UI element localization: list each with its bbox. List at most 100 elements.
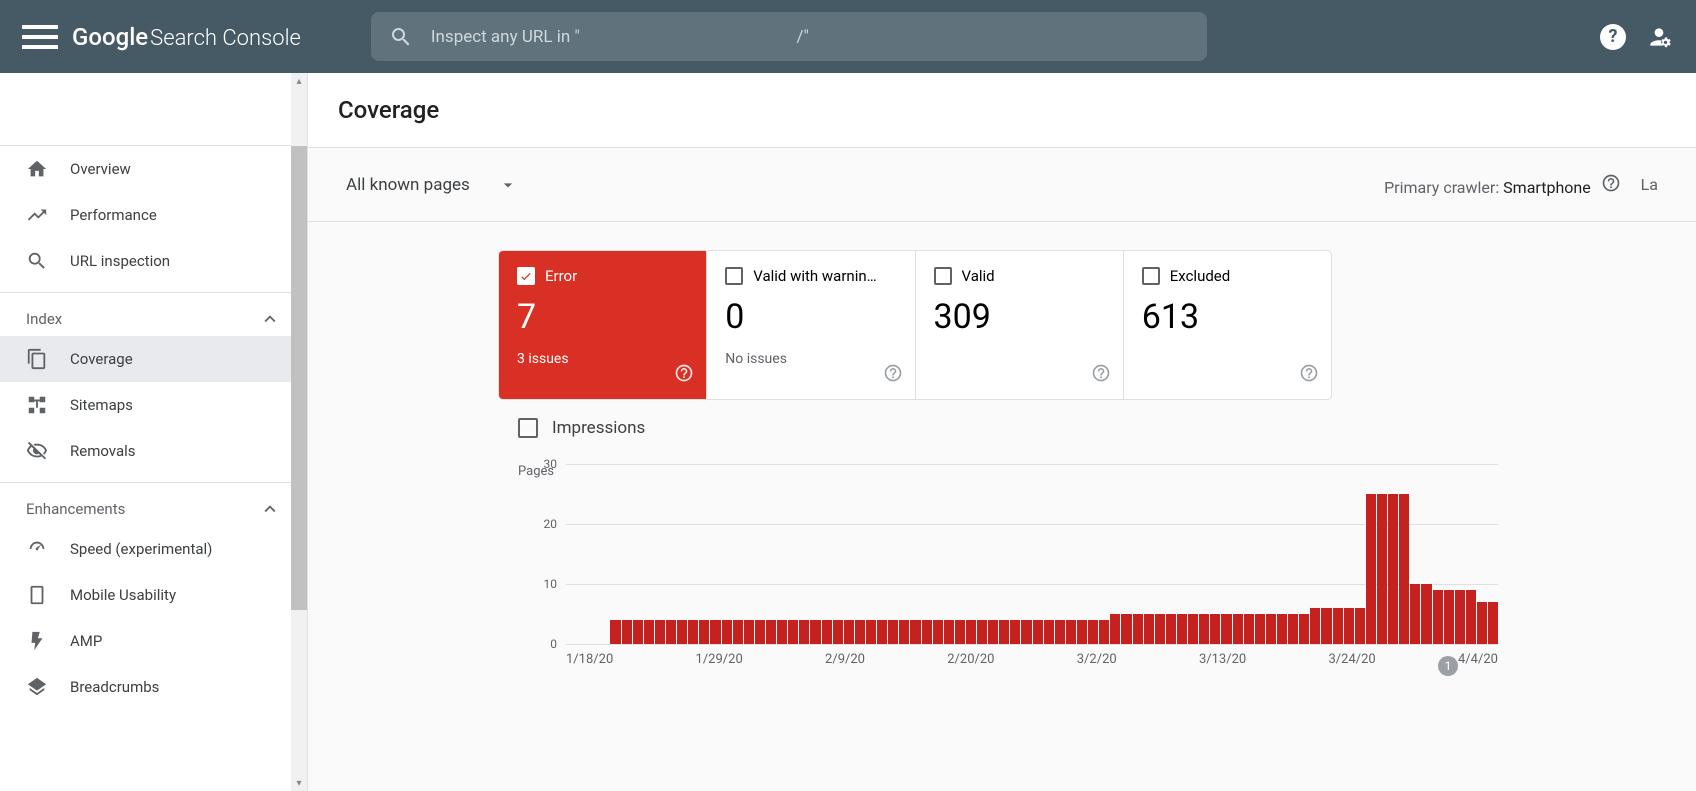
card-label: Valid <box>962 267 995 285</box>
chart-bar <box>1033 620 1043 644</box>
sidebar-item-label: Removals <box>70 442 136 460</box>
app-logo: Google Search Console <box>72 23 301 51</box>
sidebar-item-amp[interactable]: AMP <box>0 618 307 664</box>
chart-bar <box>988 620 998 644</box>
chart-bars <box>566 464 1498 644</box>
logo-google-text: Google <box>72 23 148 51</box>
chart-bar <box>1366 494 1376 644</box>
page-title: Coverage <box>338 96 439 124</box>
card-help-icon[interactable] <box>883 363 903 387</box>
chart-bar <box>899 620 909 644</box>
checkbox-icon <box>725 267 743 285</box>
chart-bar <box>1121 614 1131 644</box>
chart-bar <box>1177 614 1187 644</box>
x-tick: 1/29/20 <box>696 652 743 667</box>
chart-bar <box>1166 614 1176 644</box>
sidebar-item-performance[interactable]: Performance <box>0 192 307 238</box>
search-caret-text: /" <box>796 27 808 47</box>
scroll-down-icon[interactable]: ▾ <box>291 775 307 791</box>
trend-icon <box>26 204 48 226</box>
logo-product-text: Search Console <box>150 26 301 51</box>
main-content: Coverage All known pages Primary crawler… <box>308 73 1696 791</box>
url-search[interactable]: /" <box>371 12 1207 61</box>
sidebar-item-removals[interactable]: Removals <box>0 428 307 474</box>
chart-bar <box>666 620 676 644</box>
chart-bar <box>1110 614 1120 644</box>
chart-bar <box>610 620 620 644</box>
chart-bar <box>1244 614 1254 644</box>
sidebar-section-enhancements[interactable]: Enhancements <box>0 482 307 526</box>
sidebar-item-overview[interactable]: Overview <box>0 146 307 192</box>
chart-bar <box>844 620 854 644</box>
chart-bar <box>1310 608 1320 644</box>
chart-bar <box>755 620 765 644</box>
chart-bar <box>1299 614 1309 644</box>
sidebar-section-index[interactable]: Index <box>0 292 307 336</box>
chart-annotation-badge[interactable]: 1 <box>1438 656 1458 676</box>
scroll-up-icon[interactable]: ▴ <box>291 73 307 89</box>
sidebar-item-label: AMP <box>70 632 102 650</box>
primary-crawler: Primary crawler: Smartphone <box>1384 173 1621 197</box>
chart-bar <box>1421 584 1431 644</box>
sidebar-scrollbar-thumb[interactable] <box>291 146 307 610</box>
sidebar-item-coverage[interactable]: Coverage <box>0 336 307 382</box>
x-tick: 3/13/20 <box>1199 652 1246 667</box>
filter-dropdown[interactable]: All known pages <box>346 175 518 195</box>
chart-bar <box>1188 614 1198 644</box>
card-help-icon[interactable] <box>674 363 694 387</box>
layers-icon <box>26 676 48 698</box>
chart-bar <box>944 620 954 644</box>
chart-bar <box>1021 620 1031 644</box>
crawler-help-icon[interactable] <box>1601 173 1621 193</box>
chart-bar <box>1155 614 1165 644</box>
chart-bar <box>1277 614 1287 644</box>
url-search-input[interactable] <box>431 27 797 47</box>
visibility-off-icon <box>26 440 48 462</box>
copy-icon <box>26 348 48 370</box>
user-settings-icon[interactable] <box>1646 24 1672 50</box>
chart-bar <box>833 620 843 644</box>
sidebar-item-label: Overview <box>70 160 131 178</box>
y-tick: 20 <box>544 517 558 531</box>
chart-bar <box>799 620 809 644</box>
chart-bar <box>688 620 698 644</box>
chevron-down-icon <box>498 175 518 195</box>
chart-bar <box>910 620 920 644</box>
chart-bar <box>1444 590 1454 644</box>
chart-bar <box>1233 614 1243 644</box>
checkbox-icon[interactable] <box>518 418 538 438</box>
chart-bar <box>1321 608 1331 644</box>
sidebar-item-label: Coverage <box>70 350 133 368</box>
card-error[interactable]: Error 7 3 issues <box>499 251 706 399</box>
sidebar-item-breadcrumbs[interactable]: Breadcrumbs <box>0 664 307 710</box>
top-bar: Google Search Console /" ? <box>0 0 1696 73</box>
chart-bar <box>633 620 643 644</box>
card-help-icon[interactable] <box>1299 363 1319 387</box>
last-updated: La <box>1641 175 1658 194</box>
speed-icon <box>26 538 48 560</box>
chart-bar <box>744 620 754 644</box>
checkbox-icon <box>934 267 952 285</box>
sidebar-item-label: Speed (experimental) <box>70 540 212 558</box>
bolt-icon <box>26 630 48 652</box>
y-tick: 0 <box>550 637 557 651</box>
chart-bar <box>1221 614 1231 644</box>
impressions-toggle[interactable]: Impressions <box>498 418 1696 438</box>
sidebar-scroll-track[interactable]: ▴ ▾ <box>291 73 307 791</box>
chart-bar <box>1355 608 1365 644</box>
menu-icon[interactable] <box>16 13 64 61</box>
sidebar-item-sitemaps[interactable]: Sitemaps <box>0 382 307 428</box>
card-valid[interactable]: Valid 309 <box>916 251 1123 399</box>
sidebar-item-speed[interactable]: Speed (experimental) <box>0 526 307 572</box>
chart-bar <box>999 620 1009 644</box>
sidebar-item-mobile[interactable]: Mobile Usability <box>0 572 307 618</box>
card-excluded[interactable]: Excluded 613 <box>1124 251 1331 399</box>
card-help-icon[interactable] <box>1091 363 1111 387</box>
chart-bar <box>1410 584 1420 644</box>
sidebar-item-url-inspection[interactable]: URL inspection <box>0 238 307 284</box>
card-valid-warnings[interactable]: Valid with warnin… 0 No issues <box>707 251 914 399</box>
chart-bar <box>1466 590 1476 644</box>
chart-bar <box>1199 614 1209 644</box>
help-icon[interactable]: ? <box>1600 24 1626 50</box>
chart-bar <box>1388 494 1398 644</box>
